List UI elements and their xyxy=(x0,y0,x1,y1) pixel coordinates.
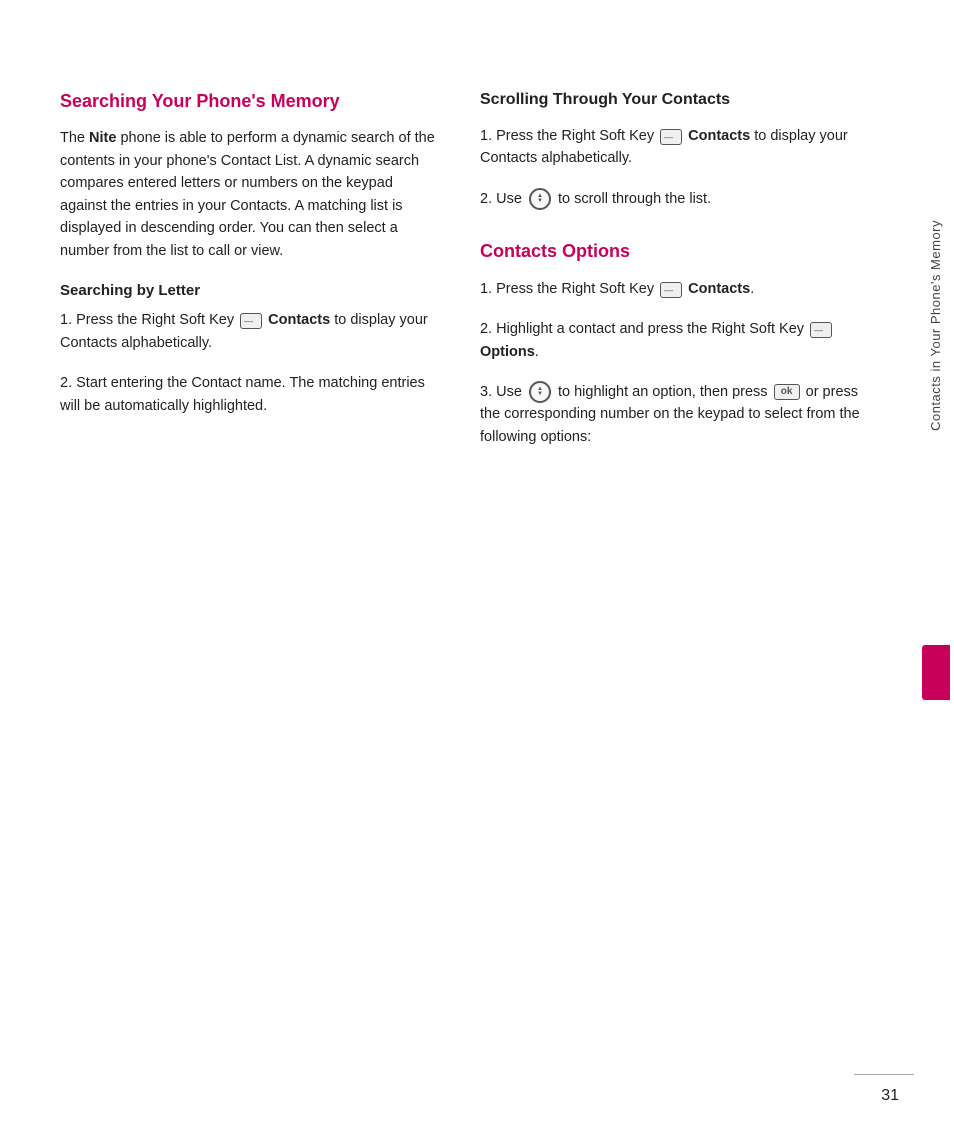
sidebar-tab-marker xyxy=(922,645,950,700)
options-bold-opt-2: Options xyxy=(480,344,535,360)
softkey-icon-scroll-1 xyxy=(660,128,682,144)
options-item-1: 1. Press the Right Soft Key Contacts. xyxy=(480,278,860,300)
softkey-icon-opt-1 xyxy=(660,281,682,297)
page-divider xyxy=(854,1074,914,1075)
left-item-2: 2. Start entering the Contact name. The … xyxy=(60,372,440,417)
contacts-options-section: Contacts Options 1. Press the Right Soft… xyxy=(480,240,860,448)
sidebar-tab-text: Contacts in Your Phone's Memory xyxy=(919,200,953,451)
scroll-section-title: Scrolling Through Your Contacts xyxy=(480,90,860,111)
softkey-icon-opt-2 xyxy=(810,321,832,337)
scroll-item-1: 1. Press the Right Soft Key Contacts to … xyxy=(480,125,860,170)
ok-icon-opt-3: ok xyxy=(774,384,800,400)
nav-icon-scroll-2 xyxy=(529,188,551,210)
left-column: Searching Your Phone's Memory The Nite p… xyxy=(60,90,440,1085)
softkey-icon-1 xyxy=(240,312,262,328)
bold-nite: Nite xyxy=(89,130,116,146)
contacts-bold-opt-1: Contacts xyxy=(688,281,750,297)
contacts-bold-1: Contacts xyxy=(268,312,330,328)
right-column: Scrolling Through Your Contacts 1. Press… xyxy=(480,90,860,1085)
page-container: Searching Your Phone's Memory The Nite p… xyxy=(0,0,954,1145)
options-item-3: 3. Use to highlight an option, then pres… xyxy=(480,381,860,448)
left-item-1: 1. Press the Right Soft Key Contacts to … xyxy=(60,309,440,354)
sub-heading-searching-by-letter: Searching by Letter xyxy=(60,282,440,299)
options-item-2: 2. Highlight a contact and press the Rig… xyxy=(480,318,860,363)
intro-text: The Nite phone is able to perform a dyna… xyxy=(60,127,440,262)
main-content: Searching Your Phone's Memory The Nite p… xyxy=(0,0,954,1145)
left-section-title: Searching Your Phone's Memory xyxy=(60,90,440,113)
scroll-item-2: 2. Use to scroll through the list. xyxy=(480,188,860,210)
sidebar-tab: Contacts in Your Phone's Memory xyxy=(918,200,954,700)
nav-icon-opt-3 xyxy=(529,381,551,403)
contacts-bold-scroll-1: Contacts xyxy=(688,128,750,144)
options-section-title: Contacts Options xyxy=(480,240,860,263)
page-number: 31 xyxy=(881,1087,899,1105)
